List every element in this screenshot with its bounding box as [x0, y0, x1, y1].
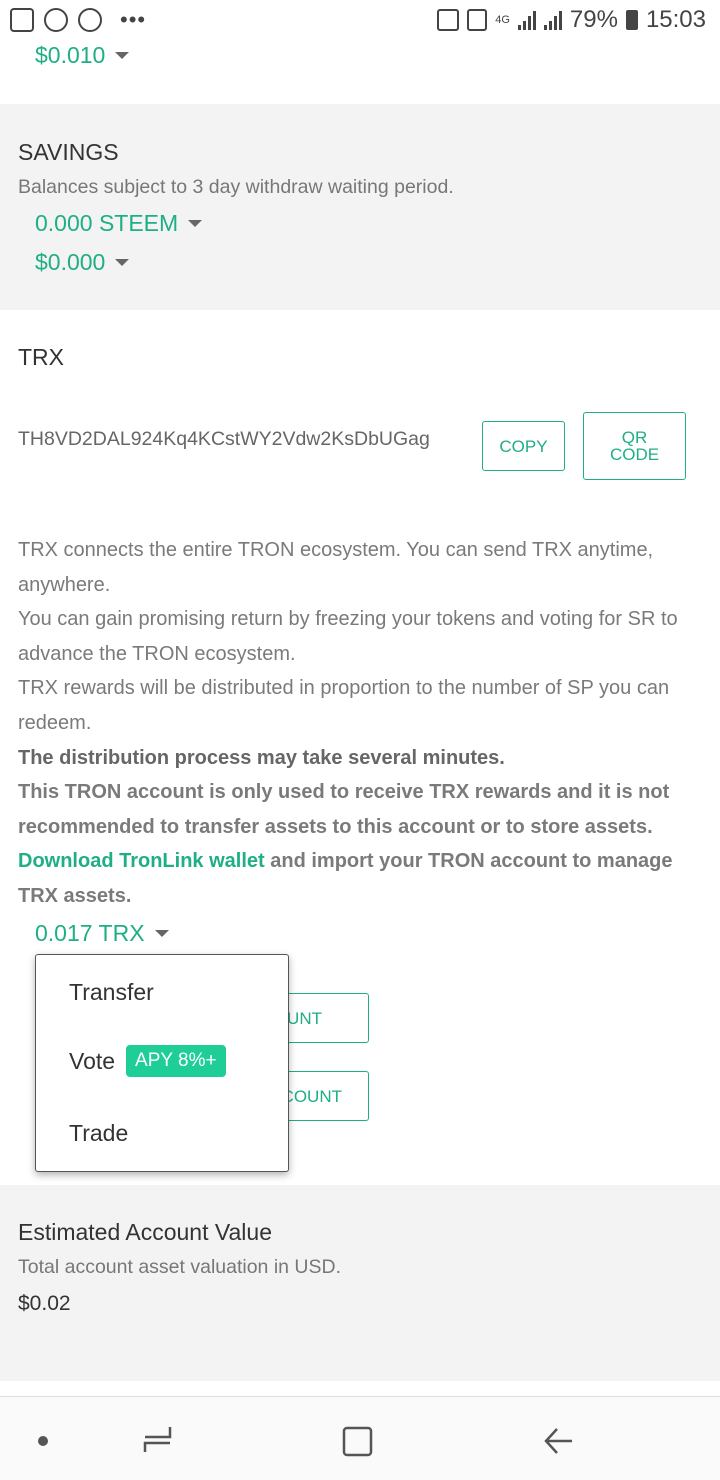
qr-label-line2: CODE	[609, 445, 660, 464]
trx-desc-3: TRX rewards will be distributed in propo…	[18, 677, 670, 734]
status-right: 4G 79% 15:03	[437, 6, 706, 34]
copy-button[interactable]: COPY	[482, 421, 565, 471]
caret-down-icon	[154, 930, 169, 937]
estimated-value: $0.02	[18, 1292, 71, 1315]
usd-balance-value: $0.010	[35, 42, 106, 68]
signal-icon-2	[543, 10, 562, 30]
qr-label-line1: QR	[621, 428, 648, 447]
trade-label: Trade	[69, 1120, 129, 1146]
status-bar: ••• 4G 79% 15:03	[0, 0, 720, 42]
trx-balance-dropdown[interactable]: 0.017 TRX	[35, 920, 169, 947]
caret-down-icon	[115, 52, 130, 59]
savings-subtitle: Balances subject to 3 day withdraw waiti…	[18, 176, 454, 198]
trx-desc-1: TRX connects the entire TRON ecosystem. …	[18, 539, 654, 596]
network-type: 4G	[495, 14, 510, 26]
trx-title: TRX	[18, 344, 64, 370]
menu-item-transfer[interactable]: Transfer	[69, 979, 154, 1006]
savings-steem-value: 0.000 STEEM	[35, 210, 179, 236]
transfer-label: Transfer	[69, 979, 154, 1005]
battery-percent: 79%	[569, 6, 618, 33]
whatsapp-icon	[44, 8, 68, 32]
nav-bar-icons	[38, 1426, 572, 1457]
savings-usd-dropdown[interactable]: $0.000	[35, 249, 130, 276]
account-button-1-label: UNT	[287, 1008, 322, 1028]
sim-card-icon	[467, 9, 488, 31]
usd-balance-dropdown[interactable]: $0.010	[35, 42, 130, 69]
clock: 15:03	[645, 6, 706, 33]
qr-code-button[interactable]: QR CODE	[583, 412, 686, 480]
gallery-icon	[10, 8, 34, 32]
trx-desc-5: This TRON account is only used to receiv…	[18, 781, 670, 838]
recycle-icon	[437, 9, 460, 31]
signal-icon	[517, 10, 536, 30]
dot-icon[interactable]	[38, 1436, 48, 1446]
more-notifications-icon: •••	[120, 7, 147, 32]
caret-down-icon	[188, 220, 203, 227]
trx-actions-menu: Transfer Vote APY 8%+ Trade	[35, 954, 289, 1172]
estimated-subtitle: Total account asset valuation in USD.	[18, 1256, 342, 1278]
estimated-value-section: Estimated Account Value Total account as…	[0, 1185, 720, 1381]
trx-desc-2: You can gain promising return by freezin…	[18, 608, 678, 665]
vote-label: Vote	[69, 1047, 116, 1074]
caret-down-icon	[115, 259, 130, 266]
apy-badge: APY 8%+	[126, 1045, 226, 1077]
back-icon[interactable]	[544, 1428, 572, 1454]
savings-title: SAVINGS	[18, 139, 119, 165]
trx-desc-4: The distribution process may take severa…	[18, 746, 505, 769]
savings-usd-value: $0.000	[35, 249, 106, 275]
notification-icons: •••	[10, 8, 146, 32]
trx-desc-6-wrap: Download TronLink wallet and import your…	[18, 844, 712, 913]
trx-description: TRX connects the entire TRON ecosystem. …	[18, 533, 712, 914]
trx-address: TH8VD2DAL924Kq4KCstWY2Vdw2KsDbUGag	[18, 428, 430, 450]
battery-icon	[625, 10, 638, 30]
android-navigation-bar	[0, 1396, 720, 1480]
home-icon[interactable]	[342, 1426, 373, 1457]
download-tronlink-link[interactable]: Download TronLink wallet	[18, 850, 265, 872]
trx-balance-value: 0.017 TRX	[35, 920, 145, 946]
account-button-2-label: COUNT	[281, 1086, 342, 1106]
estimated-title: Estimated Account Value	[18, 1219, 272, 1245]
recent-apps-icon[interactable]	[143, 1427, 172, 1452]
savings-steem-dropdown[interactable]: 0.000 STEEM	[35, 210, 203, 237]
menu-item-vote[interactable]: Vote APY 8%+	[69, 1045, 226, 1077]
menu-item-trade[interactable]: Trade	[69, 1120, 128, 1147]
savings-section: SAVINGS Balances subject to 3 day withdr…	[0, 104, 720, 310]
chrome-icon	[78, 8, 102, 32]
